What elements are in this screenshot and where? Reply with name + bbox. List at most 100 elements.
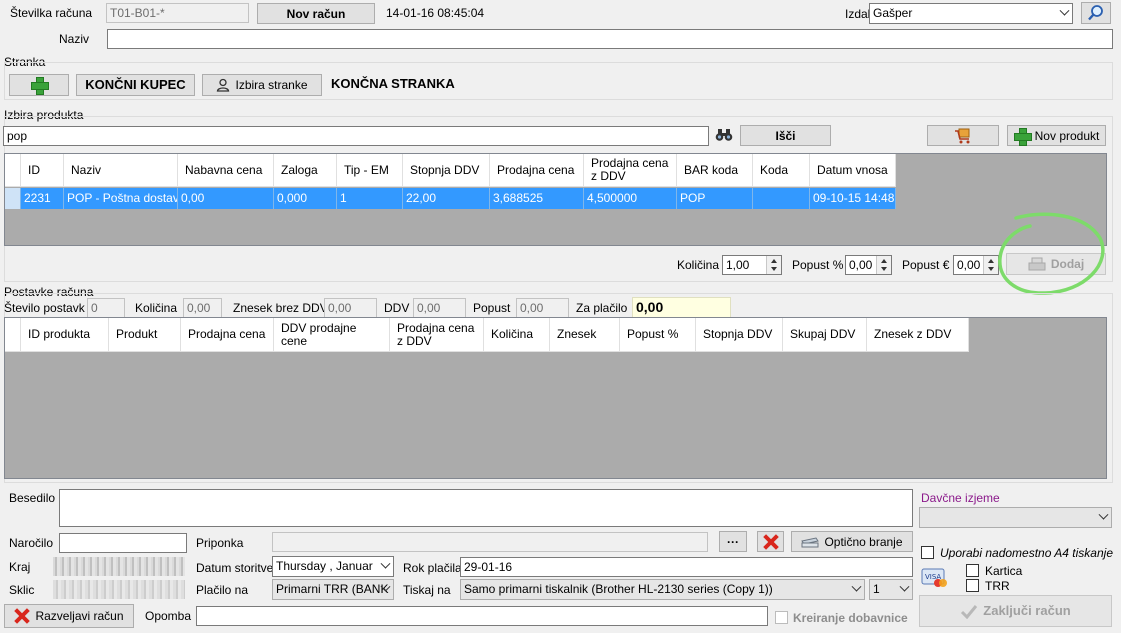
row-selector[interactable]	[5, 188, 21, 209]
product-search-input[interactable]: pop	[3, 126, 709, 146]
col-barcode[interactable]: BAR koda	[677, 154, 753, 187]
spin-buttons[interactable]	[876, 256, 891, 274]
text-area[interactable]	[59, 489, 913, 527]
cell-purchase-price: 0,00	[178, 188, 274, 209]
items-qty-field: 0,00	[183, 298, 222, 318]
order-input[interactable]	[59, 533, 187, 553]
chevron-down-icon	[1059, 5, 1070, 16]
to-pay-label: Za plačilo	[576, 301, 628, 315]
delivery-note-checkbox[interactable]	[775, 611, 788, 624]
col-unit-type[interactable]: Tip - EM	[337, 154, 403, 187]
col-sale-price-with-vat[interactable]: Prodajna cena z DDV	[390, 318, 484, 352]
note-input[interactable]	[196, 606, 768, 626]
col-vat-rate[interactable]: Stopnja DDV	[696, 318, 783, 352]
cell-sale-price: 3,688525	[490, 188, 584, 209]
items-grid[interactable]: ID produkta Produkt Prodajna cena DDV pr…	[4, 317, 1107, 479]
col-name[interactable]: Naziv	[64, 154, 178, 187]
attachment-field[interactable]	[272, 532, 708, 552]
current-customer: KONČNA STRANKA	[331, 76, 455, 91]
copies-select[interactable]: 1	[869, 579, 913, 600]
product-grid-header: ID Naziv Nabavna cena Zaloga Tip - EM St…	[5, 154, 896, 187]
finish-invoice-button[interactable]: Zaključi račun	[919, 595, 1112, 627]
product-grid[interactable]: ID Naziv Nabavna cena Zaloga Tip - EM St…	[4, 153, 1107, 246]
magnifier-icon	[1088, 5, 1103, 21]
quantity-stepper[interactable]: 1,00	[722, 255, 782, 275]
card-label: Kartica	[985, 564, 1023, 578]
items-net-field: 0,00	[324, 298, 377, 318]
chevron-down-icon	[380, 558, 391, 569]
col-sale-price[interactable]: Prodajna cena	[490, 154, 584, 187]
items-count-field: 0	[87, 298, 125, 318]
discount-pct-stepper[interactable]: 0,00	[845, 255, 892, 275]
tax-exempt-select[interactable]	[919, 507, 1112, 528]
table-row[interactable]: 2231 POP - Poštna dostava 0,00 0,000 1 2…	[5, 188, 896, 209]
col-code[interactable]: Koda	[753, 154, 810, 187]
new-product-button[interactable]: Nov produkt	[1007, 125, 1106, 146]
discount-eur-stepper[interactable]: 0,00	[953, 255, 999, 275]
tax-exempt-label: Davčne izjeme	[921, 491, 1000, 505]
name-input[interactable]	[107, 29, 1113, 49]
col-product-id[interactable]: ID produkta	[21, 318, 109, 352]
due-date-input[interactable]: 29-01-16	[460, 557, 913, 577]
issued-by-label: Izdal	[845, 7, 871, 21]
row-header-cell	[5, 318, 21, 352]
browse-button[interactable]: ···	[719, 531, 747, 552]
col-sale-price-vat-amount[interactable]: DDV prodajne cene	[274, 318, 390, 352]
place-field-redacted	[53, 557, 185, 576]
col-quantity[interactable]: Količina	[484, 318, 550, 352]
cancel-invoice-button[interactable]: Razveljavi račun	[4, 604, 134, 628]
col-stock[interactable]: Zaloga	[274, 154, 337, 187]
reference-label: Sklic	[9, 583, 35, 597]
col-total-vat[interactable]: Skupaj DDV	[783, 318, 867, 352]
end-customer-button[interactable]: KONČNI KUPEC	[76, 74, 195, 96]
col-vat-rate[interactable]: Stopnja DDV	[403, 154, 490, 187]
col-discount-pct[interactable]: Popust %	[620, 318, 696, 352]
order-label: Naročilo	[9, 536, 54, 550]
chevron-down-icon	[1098, 509, 1109, 520]
close-icon	[763, 534, 779, 550]
payment-label: Plačilo na	[196, 583, 249, 597]
text-label: Besedilo	[9, 491, 56, 505]
spin-buttons[interactable]	[766, 256, 781, 274]
cell-name: POP - Poštna dostava	[64, 188, 178, 209]
note-label: Opomba	[145, 609, 192, 623]
product-tools-button[interactable]	[927, 125, 999, 146]
new-invoice-button[interactable]: Nov račun	[257, 3, 375, 24]
search-user-button[interactable]	[1081, 2, 1111, 24]
remove-attachment-button[interactable]	[757, 531, 784, 552]
card-checkbox[interactable]	[966, 564, 979, 577]
add-button[interactable]: Dodaj	[1006, 253, 1106, 275]
items-count-label: Število postavk	[4, 301, 85, 315]
trr-checkbox[interactable]	[966, 579, 979, 592]
add-customer-button[interactable]	[9, 74, 69, 96]
printer-select[interactable]: Samo primarni tiskalnik (Brother HL-2130…	[460, 579, 865, 600]
col-amount[interactable]: Znesek	[550, 318, 620, 352]
spin-buttons[interactable]	[983, 256, 998, 274]
cash-register-icon	[1028, 257, 1046, 271]
col-sale-price-vat[interactable]: Prodajna cena z DDV	[584, 154, 677, 187]
attachment-label: Priponka	[196, 536, 244, 550]
search-button[interactable]: Išči	[740, 125, 831, 146]
reference-field-redacted	[53, 580, 185, 599]
plus-icon	[1013, 127, 1032, 146]
optical-scan-label: Optično branje	[824, 534, 903, 549]
credit-card-icon: VISA	[921, 568, 947, 587]
payment-select[interactable]: Primarni TRR (BANK	[272, 579, 394, 600]
user-icon	[217, 78, 230, 92]
cell-code	[753, 188, 810, 209]
col-id[interactable]: ID	[21, 154, 64, 187]
col-purchase-price[interactable]: Nabavna cena	[178, 154, 274, 187]
col-product[interactable]: Produkt	[109, 318, 181, 352]
select-customer-button[interactable]: Izbira stranke	[202, 74, 322, 96]
cell-unit-type: 1	[337, 188, 403, 209]
invoice-number-field[interactable]: T01-B01-*	[106, 3, 249, 23]
col-sale-price[interactable]: Prodajna cena	[181, 318, 274, 352]
items-grid-header: ID produkta Produkt Prodajna cena DDV pr…	[5, 318, 969, 352]
finish-invoice-label: Zaključi račun	[983, 603, 1071, 618]
a4-print-checkbox[interactable]	[921, 546, 934, 559]
service-date-picker[interactable]: Thursday , Januar	[272, 556, 394, 577]
issued-by-select[interactable]: Gašper	[869, 3, 1073, 24]
col-entry-date[interactable]: Datum vnosa	[810, 154, 896, 187]
optical-scan-button[interactable]: Optično branje	[791, 531, 913, 552]
col-amount-with-vat[interactable]: Znesek z DDV	[867, 318, 969, 352]
